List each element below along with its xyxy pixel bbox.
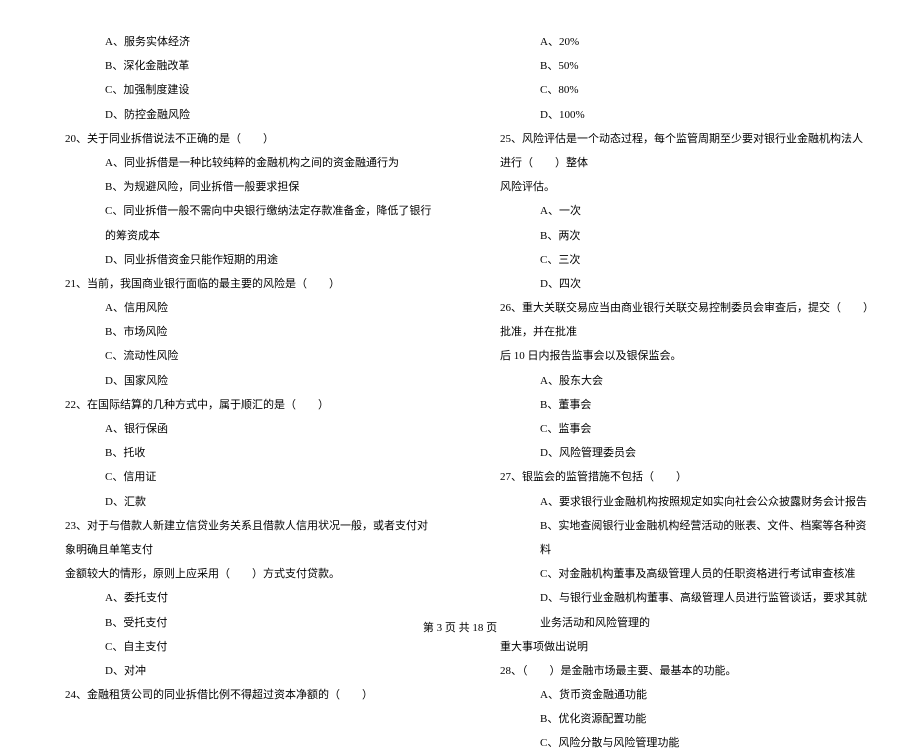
q20-stem: 20、关于同业拆借说法不正确的是（ ）: [50, 127, 435, 151]
q19-option-c: C、加强制度建设: [50, 78, 435, 102]
q24-option-a: A、20%: [485, 30, 870, 54]
q28-stem: 28、（ ）是金融市场最主要、最基本的功能。: [485, 659, 870, 683]
q27-option-b: B、实地查阅银行业金融机构经营活动的账表、文件、档案等各种资料: [485, 514, 870, 562]
q23-stem-cont: 金额较大的情形，原则上应采用（ ）方式支付贷款。: [50, 562, 435, 586]
q28-option-b: B、优化资源配置功能: [485, 707, 870, 731]
q20-option-b: B、为规避风险，同业拆借一般要求担保: [50, 175, 435, 199]
q23-option-a: A、委托支付: [50, 586, 435, 610]
q28-option-a: A、货币资金融通功能: [485, 683, 870, 707]
q21-stem: 21、当前，我国商业银行面临的最主要的风险是（ ）: [50, 272, 435, 296]
q22-stem: 22、在国际结算的几种方式中，属于顺汇的是（ ）: [50, 393, 435, 417]
q20-option-d: D、同业拆借资金只能作短期的用途: [50, 248, 435, 272]
q25-stem-cont: 风险评估。: [485, 175, 870, 199]
q25-option-d: D、四次: [485, 272, 870, 296]
q28-option-c: C、风险分散与风险管理功能: [485, 731, 870, 755]
q23-option-c: C、自主支付: [50, 635, 435, 659]
q25-option-c: C、三次: [485, 248, 870, 272]
q25-stem: 25、风险评估是一个动态过程，每个监管周期至少要对银行业金融机构法人进行（ ）整…: [485, 127, 870, 175]
q26-stem-cont: 后 10 日内报告监事会以及银保监会。: [485, 344, 870, 368]
q20-option-c: C、同业拆借一般不需向中央银行缴纳法定存款准备金，降低了银行的筹资成本: [50, 199, 435, 247]
q21-option-a: A、信用风险: [50, 296, 435, 320]
q26-option-a: A、股东大会: [485, 369, 870, 393]
q19-option-d: D、防控金融风险: [50, 103, 435, 127]
q22-option-b: B、托收: [50, 441, 435, 465]
q25-option-a: A、一次: [485, 199, 870, 223]
q26-option-d: D、风险管理委员会: [485, 441, 870, 465]
page-footer: 第 3 页 共 18 页: [0, 619, 920, 635]
q27-option-a: A、要求银行业金融机构按照规定如实向社会公众披露财务会计报告: [485, 490, 870, 514]
q19-option-a: A、服务实体经济: [50, 30, 435, 54]
q27-option-d-cont: 重大事项做出说明: [485, 635, 870, 659]
q26-stem: 26、重大关联交易应当由商业银行关联交易控制委员会审查后，提交（ ）批准，并在批…: [485, 296, 870, 344]
q26-option-c: C、监事会: [485, 417, 870, 441]
q24-option-d: D、100%: [485, 103, 870, 127]
q22-option-c: C、信用证: [50, 465, 435, 489]
q24-option-c: C、80%: [485, 78, 870, 102]
q23-stem: 23、对于与借款人新建立信贷业务关系且借款人信用状况一般，或者支付对象明确且单笔…: [50, 514, 435, 562]
q22-option-a: A、银行保函: [50, 417, 435, 441]
q23-option-d: D、对冲: [50, 659, 435, 683]
q20-option-a: A、同业拆借是一种比较纯粹的金融机构之间的资金融通行为: [50, 151, 435, 175]
q27-option-c: C、对金融机构董事及高级管理人员的任职资格进行考试审查核准: [485, 562, 870, 586]
q19-option-b: B、深化金融改革: [50, 54, 435, 78]
q25-option-b: B、两次: [485, 224, 870, 248]
q21-option-c: C、流动性风险: [50, 344, 435, 368]
q27-stem: 27、银监会的监管措施不包括（ ）: [485, 465, 870, 489]
q26-option-b: B、董事会: [485, 393, 870, 417]
q22-option-d: D、汇款: [50, 490, 435, 514]
q24-stem: 24、金融租赁公司的同业拆借比例不得超过资本净额的（ ）: [50, 683, 435, 707]
q24-option-b: B、50%: [485, 54, 870, 78]
q21-option-b: B、市场风险: [50, 320, 435, 344]
q21-option-d: D、国家风险: [50, 369, 435, 393]
